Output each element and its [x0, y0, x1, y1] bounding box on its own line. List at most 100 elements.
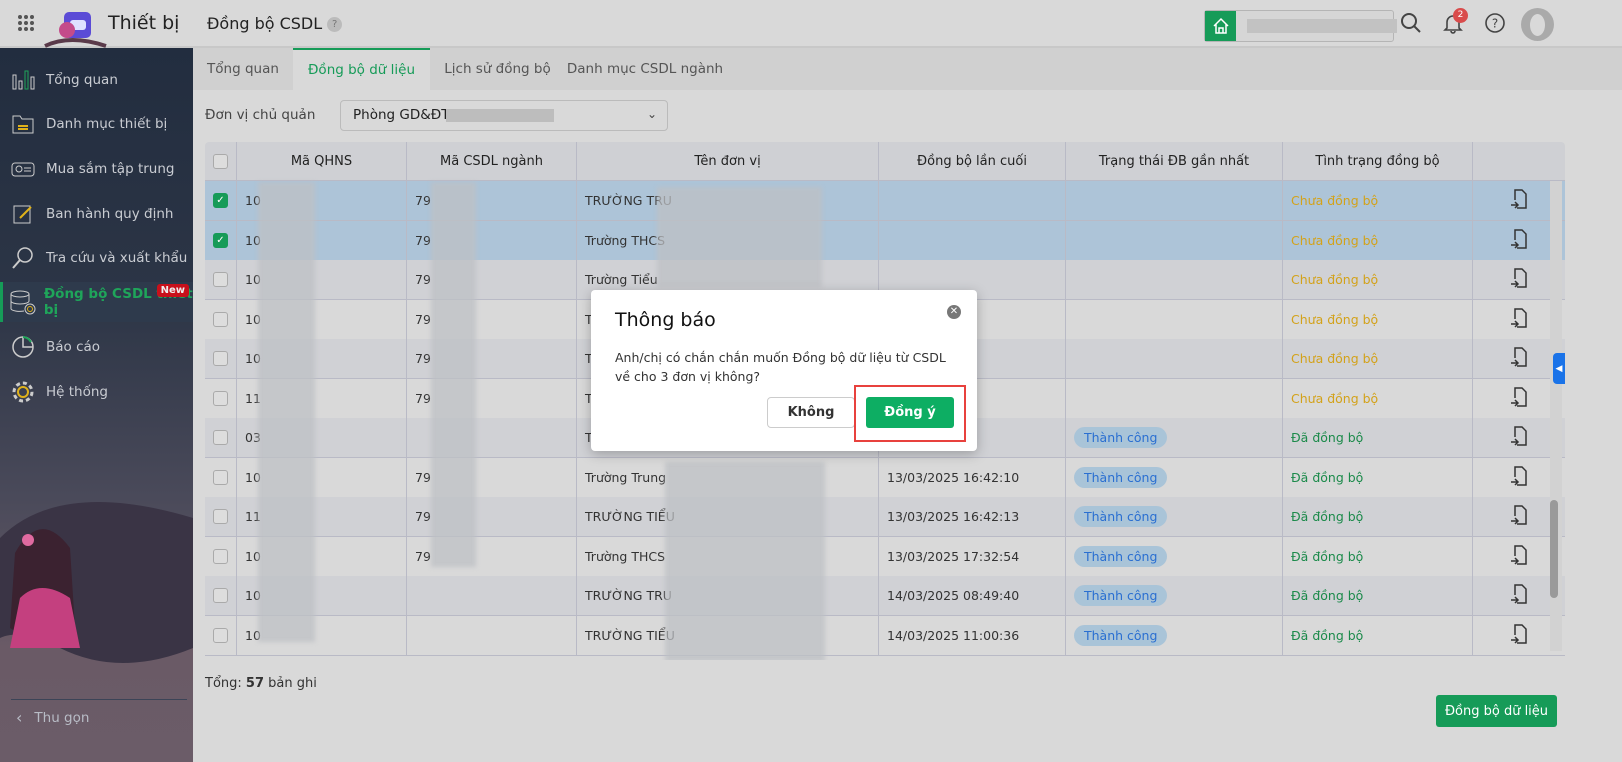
file-import-icon[interactable] — [1510, 425, 1528, 450]
close-icon[interactable]: ✕ — [947, 305, 961, 319]
latest-state-cell — [1065, 299, 1282, 339]
table-scrollbar-thumb[interactable] — [1550, 500, 1558, 598]
file-import-icon[interactable] — [1510, 504, 1528, 529]
help-badge[interactable]: ? — [327, 17, 343, 32]
sync-status-cell: Chưa đồng bộ — [1282, 220, 1472, 260]
row-checkbox[interactable]: ✓ — [213, 232, 228, 248]
sidebar: Tổng quan Danh mục thiết bị Mua sắm tập … — [0, 48, 193, 762]
redacted-block — [657, 187, 822, 287]
home-icon — [1205, 11, 1236, 41]
apps-grid-icon[interactable] — [18, 15, 34, 31]
sidebar-item-label: Tra cứu và xuất khẩu — [46, 250, 188, 266]
file-import-icon[interactable] — [1510, 228, 1528, 253]
row-checkbox[interactable] — [213, 588, 228, 603]
table-row[interactable]: ✓ 10 79 Trường THCS Chưa đồng bộ — [205, 220, 1565, 261]
row-checkbox[interactable] — [213, 627, 228, 643]
last-sync-cell — [878, 181, 1065, 220]
file-import-icon[interactable] — [1510, 544, 1528, 569]
sidebar-item-regulations[interactable]: Ban hành quy định — [0, 194, 193, 234]
row-checkbox[interactable] — [213, 390, 228, 406]
row-select-cell — [205, 576, 236, 615]
row-checkbox[interactable] — [213, 430, 228, 445]
state-badge: Thành công — [1074, 466, 1168, 488]
tab-sync-data[interactable]: Đồng bộ dữ liệu — [293, 48, 430, 90]
sidebar-item-procurement[interactable]: Mua sắm tập trung — [0, 149, 193, 189]
row-checkbox[interactable] — [213, 311, 228, 327]
total-count: 57 — [245, 676, 264, 691]
sidebar-item-overview[interactable]: Tổng quan — [0, 60, 193, 100]
file-import-icon[interactable] — [1510, 188, 1528, 213]
tab-sync-history[interactable]: Lịch sử đồng bộ — [430, 48, 565, 90]
file-import-icon[interactable] — [1510, 267, 1528, 292]
tab-sector-db-catalog[interactable]: Danh mục CSDL ngành — [565, 48, 725, 90]
managing-unit-label: Đơn vị chủ quản — [205, 107, 316, 123]
app-title: Thiết bị — [108, 12, 180, 34]
file-import-icon[interactable] — [1510, 465, 1528, 490]
header-sync-status[interactable]: Tình trạng đồng bộ — [1282, 142, 1472, 180]
file-import-icon[interactable] — [1510, 623, 1528, 648]
table-row[interactable]: 10 79 Trường Trung 13/03/2025 16:42:10 Thành… — [205, 457, 1565, 498]
edit-icon — [0, 203, 46, 225]
sidebar-item-lookup-export[interactable]: Tra cứu và xuất khẩu — [0, 238, 193, 278]
redacted-text — [446, 109, 554, 122]
tab-overview[interactable]: Tổng quan — [193, 48, 293, 90]
total-prefix: Tổng: — [205, 676, 242, 691]
search-icon[interactable] — [1400, 12, 1422, 34]
state-badge: Thành công — [1074, 585, 1168, 606]
user-avatar[interactable] — [1521, 8, 1554, 41]
state-badge: Thành công — [1074, 506, 1168, 527]
school-name-redacted — [1247, 19, 1397, 33]
cancel-button[interactable]: Không — [767, 397, 855, 428]
table-row[interactable]: 10 79 Trường THCS 13/03/2025 17:32:54 Thành … — [205, 536, 1565, 577]
header-last-sync[interactable]: Đồng bộ lần cuối — [878, 142, 1065, 180]
table-row[interactable]: 11 79 TRƯỜNG TIỂU 13/03/2025 16:42:13 Thành … — [205, 497, 1565, 537]
school-selector[interactable] — [1204, 10, 1397, 42]
sidebar-item-reports[interactable]: Báo cáo — [0, 327, 193, 367]
header-latest-state[interactable]: Trạng thái ĐB gần nhất — [1065, 142, 1282, 180]
redacted-block — [431, 182, 476, 567]
side-panel-toggle[interactable]: ◀ — [1553, 353, 1565, 384]
sync-data-button[interactable]: Đồng bộ dữ liệu — [1436, 695, 1557, 727]
sync-status-cell: Chưa đồng bộ — [1282, 181, 1472, 220]
table-row[interactable]: 10 TRƯỜNG TIỂU 14/03/2025 11:00:36 Thành cô… — [205, 615, 1565, 656]
sidebar-item-label: Tổng quan — [46, 72, 118, 88]
table-row[interactable]: 10 TRƯỜNG TRU 14/03/2025 08:49:40 Thành côn… — [205, 576, 1565, 616]
header-sector-code[interactable]: Mã CSDL ngành — [406, 142, 576, 180]
total-records: Tổng: 57 bản ghi — [205, 676, 317, 691]
last-sync-cell: 13/03/2025 17:32:54 — [878, 536, 1065, 576]
header-qhns[interactable]: Mã QHNS — [236, 142, 406, 180]
row-checkbox[interactable] — [213, 272, 228, 287]
sector-code-cell — [406, 576, 576, 615]
file-import-icon[interactable] — [1510, 583, 1528, 608]
collapse-sidebar-button[interactable]: ‹ Thu gọn — [16, 708, 89, 727]
managing-unit-select[interactable]: Phòng GD&ĐT ⌄ — [340, 100, 668, 131]
row-checkbox[interactable] — [213, 351, 228, 366]
sidebar-item-sync-db[interactable]: Đồng bộ CSDL thiết bị New — [0, 282, 193, 322]
sidebar-item-system[interactable]: Hệ thống — [0, 372, 193, 412]
row-checkbox[interactable] — [213, 509, 228, 524]
row-checkbox[interactable]: ✓ — [213, 193, 228, 208]
sidebar-item-label: Ban hành quy định — [46, 206, 174, 222]
sidebar-illustration — [0, 502, 193, 663]
gear-icon — [0, 379, 46, 405]
sync-status-cell: Đã đồng bộ — [1282, 615, 1472, 655]
sidebar-divider — [11, 699, 187, 700]
row-select-cell: ✓ — [205, 181, 236, 220]
managing-unit-value: Phòng GD&ĐT — [353, 107, 450, 123]
file-import-icon[interactable] — [1510, 346, 1528, 371]
new-badge: New — [156, 284, 189, 297]
file-import-icon[interactable] — [1510, 307, 1528, 332]
database-sync-icon — [3, 289, 44, 315]
file-import-icon[interactable] — [1510, 386, 1528, 411]
top-bar: Thiết bị Đồng bộ CSDL? 2 ? — [0, 0, 1622, 48]
table-row[interactable]: ✓ 10 79 TRƯỜNG TRU Chưa đồng bộ — [205, 181, 1565, 221]
row-checkbox[interactable] — [213, 469, 228, 485]
select-all-checkbox[interactable] — [213, 153, 228, 169]
help-icon[interactable]: ? — [1484, 12, 1506, 34]
header-unit-name[interactable]: Tên đơn vị — [576, 142, 878, 180]
row-checkbox[interactable] — [213, 548, 228, 564]
row-select-cell — [205, 418, 236, 457]
sidebar-item-device-catalog[interactable]: Danh mục thiết bị — [0, 104, 193, 144]
latest-state-cell — [1065, 378, 1282, 418]
page-title: Đồng bộ CSDL? — [207, 14, 343, 33]
